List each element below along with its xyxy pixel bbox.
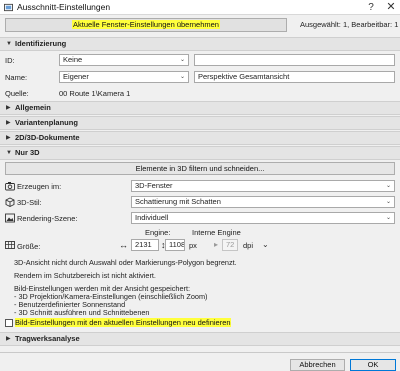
create-in-select[interactable]: 3D-Fenster ⌄ bbox=[131, 180, 395, 192]
section-only-3d-header[interactable]: ▼ Nur 3D bbox=[0, 146, 400, 160]
chevron-down-icon: ⌄ bbox=[179, 74, 185, 80]
name-label: Name: bbox=[5, 73, 28, 82]
help-button[interactable]: ? bbox=[364, 1, 378, 14]
chevron-down-icon: ⌄ bbox=[385, 199, 391, 205]
collapsed-arrow-icon: ▶ bbox=[6, 336, 11, 342]
expanded-arrow-icon: ▼ bbox=[6, 41, 12, 47]
size-label: Größe: bbox=[17, 242, 41, 251]
section-title: Identifizierung bbox=[15, 39, 67, 48]
rendering-scene-select[interactable]: Individuell ⌄ bbox=[131, 212, 395, 224]
engine-header: Engine: bbox=[145, 228, 171, 237]
info-limit-text: 3D-Ansicht nicht durch Auswahl oder Mark… bbox=[14, 258, 237, 267]
section-variant-planning-header[interactable]: ▶ Variantenplanung bbox=[0, 116, 400, 130]
title-bar: Ausschnitt-Einstellungen ? ✕ bbox=[0, 0, 400, 15]
info-render-text: Rendern im Schutzbereich ist nicht aktiv… bbox=[14, 271, 156, 280]
section-title: Nur 3D bbox=[15, 148, 40, 157]
collapsed-arrow-icon: ▶ bbox=[6, 135, 11, 141]
section-title: Tragwerksanalyse bbox=[15, 334, 80, 343]
selection-info: Ausgewählt: 1, Bearbeitbar: 1 bbox=[300, 20, 399, 29]
redefine-settings-checkbox[interactable] bbox=[5, 319, 13, 327]
id-select-value: Keine bbox=[63, 55, 83, 64]
apply-current-window-settings-button[interactable]: Aktuelle Fenster-Einstellungen übernehme… bbox=[5, 18, 287, 32]
section-identification-header[interactable]: ▼ Identifizierung bbox=[0, 37, 400, 51]
dpi-arrow-icon: ▸ bbox=[214, 240, 219, 249]
id-text-field[interactable] bbox=[194, 54, 395, 66]
name-select[interactable]: Eigener ⌄ bbox=[59, 71, 189, 83]
unit-dpi: dpi bbox=[243, 241, 254, 250]
create-in-value: 3D-Fenster bbox=[135, 181, 173, 190]
section-general-header[interactable]: ▶ Allgemein bbox=[0, 101, 400, 115]
view-settings-icon bbox=[4, 3, 13, 12]
chevron-down-icon: ⌄ bbox=[385, 183, 391, 189]
section-title: 2D/3D-Dokumente bbox=[15, 133, 80, 142]
height-field[interactable]: 1108 bbox=[165, 239, 185, 251]
info-section-text: - 3D Schnitt ausführen und Schnittebenen bbox=[14, 308, 150, 317]
width-field[interactable]: 2131 bbox=[131, 239, 159, 251]
redefine-settings-label: Bild-Einstellungen mit den aktuellen Ein… bbox=[15, 318, 231, 327]
section-structural-analysis-header[interactable]: ▶ Tragwerksanalyse bbox=[0, 332, 400, 346]
style-value: Schattierung mit Schatten bbox=[135, 197, 221, 206]
dpi-field[interactable]: 72 bbox=[222, 239, 238, 251]
collapsed-arrow-icon: ▶ bbox=[6, 120, 11, 126]
camera-icon bbox=[5, 182, 15, 191]
id-select[interactable]: Keine ⌄ bbox=[59, 54, 189, 66]
source-value: 00 Route 1\Kamera 1 bbox=[59, 89, 131, 98]
rendering-scene-value: Individuell bbox=[135, 213, 169, 222]
expanded-arrow-icon: ▼ bbox=[6, 150, 12, 156]
ok-button[interactable]: OK bbox=[350, 359, 396, 371]
name-select-value: Eigener bbox=[63, 72, 89, 81]
footer-divider bbox=[0, 352, 400, 353]
width-arrow-icon: ↔ bbox=[119, 240, 128, 250]
close-button[interactable]: ✕ bbox=[384, 1, 398, 14]
section-title: Variantenplanung bbox=[15, 118, 78, 127]
unit-px: px bbox=[189, 241, 197, 250]
image-size-icon bbox=[5, 241, 15, 249]
internal-engine-header: Interne Engine bbox=[192, 228, 241, 237]
chevron-down-icon: ⌄ bbox=[385, 215, 391, 221]
redefine-settings-label-text: Bild-Einstellungen mit den aktuellen Ein… bbox=[15, 318, 231, 327]
source-label: Quelle: bbox=[5, 89, 29, 98]
rendering-scene-label: Rendering-Szene: bbox=[17, 214, 78, 223]
name-text-field[interactable]: Perspektive Gesamtansicht bbox=[194, 71, 395, 83]
window-title: Ausschnitt-Einstellungen bbox=[17, 2, 111, 12]
id-label: ID: bbox=[5, 56, 15, 65]
dpi-dropdown-chevron-icon[interactable]: ⌄ bbox=[262, 240, 269, 249]
apply-button-label: Aktuelle Fenster-Einstellungen übernehme… bbox=[72, 20, 220, 29]
3d-style-icon bbox=[5, 197, 15, 207]
section-2d3d-documents-header[interactable]: ▶ 2D/3D-Dokumente bbox=[0, 131, 400, 145]
cancel-button[interactable]: Abbrechen bbox=[290, 359, 345, 371]
section-title: Allgemein bbox=[15, 103, 51, 112]
style-select[interactable]: Schattierung mit Schatten ⌄ bbox=[131, 196, 395, 208]
collapsed-arrow-icon: ▶ bbox=[6, 105, 11, 111]
rendering-icon bbox=[5, 213, 15, 223]
chevron-down-icon: ⌄ bbox=[179, 57, 185, 63]
create-in-label: Erzeugen im: bbox=[17, 182, 62, 191]
style-label: 3D-Stil: bbox=[17, 198, 42, 207]
filter-elements-3d-button[interactable]: Elemente in 3D filtern und schneiden... bbox=[5, 162, 395, 175]
